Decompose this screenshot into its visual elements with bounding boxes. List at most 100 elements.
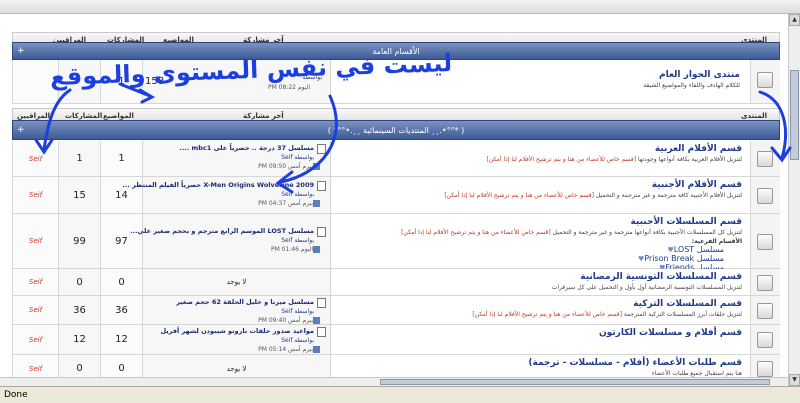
last-post-time: اليوم 01:46 PM <box>270 245 313 253</box>
forum-description-text: لتنزيل كل المسلسلات الأجنبية بكافة أنواع… <box>552 229 742 236</box>
forum-title[interactable]: منتدى الحوار العام <box>659 70 740 80</box>
forum-title[interactable]: قسم الأفلام الأجنبية <box>652 180 742 190</box>
scroll-thumb[interactable] <box>790 70 799 160</box>
category-title: ( *°°•.¸¸ المنتديات السينمائية ¸¸.•°°* ) <box>327 126 465 135</box>
subforum-name[interactable]: مسلسل LOST <box>674 245 724 254</box>
post-count: 0 <box>76 276 83 288</box>
browser-window: المنتدى آخر مشاركة المواضيع المشاركات ال… <box>0 0 800 403</box>
vertical-scrollbar[interactable]: ▲ ▼ <box>788 14 800 386</box>
scroll-thumb-horizontal[interactable] <box>380 379 770 385</box>
last-post-by[interactable]: بواسطة Seif <box>281 237 314 244</box>
post-count: 1 <box>76 153 83 164</box>
header-posts: المشاركات <box>65 112 103 120</box>
last-post-by[interactable]: بواسطة Seif <box>281 191 314 198</box>
category-toggle[interactable]: + <box>17 121 25 140</box>
thread-count: 0 <box>118 276 125 288</box>
last-post-by[interactable]: بواسطة Seif <box>281 308 314 315</box>
subforum-link[interactable]: مسلسل LOST♥ <box>665 245 724 254</box>
post-count: 15 <box>73 189 86 201</box>
forum-title[interactable]: قسم المسلسلات الأجنبية <box>631 217 743 227</box>
forum-row: Seif 36 36 مسلسل ميرنا و خليل الحلقة 62 … <box>12 296 780 325</box>
forum-description-text: لتنزيل حلقات أبرز المسلسلات التركية المت… <box>623 311 742 318</box>
moderator-link[interactable]: Seif <box>13 325 58 354</box>
document-icon <box>317 298 326 308</box>
go-to-post-icon[interactable] <box>313 245 320 253</box>
forum-row: Seif 12 12 مواعيد صدور حلقات ناروتو شيبو… <box>12 325 780 355</box>
go-to-post-icon[interactable] <box>313 163 320 170</box>
thread-count: 12 <box>115 334 128 345</box>
forum-title[interactable]: قسم المسلسلات التركية <box>633 299 742 309</box>
last-post-thread[interactable]: مسلسل ميرنا و خليل الحلقة 62 حجم صغير <box>176 298 314 306</box>
category-toggle[interactable]: + <box>17 43 25 60</box>
forum-status-icon <box>757 233 773 250</box>
post-count: 99 <box>73 235 86 247</box>
category-general[interactable]: + الأقسام العامة <box>12 42 780 60</box>
forum-status-icon <box>757 151 773 167</box>
moderator-link[interactable]: Seif <box>13 177 58 213</box>
category-title: الأقسام العامة <box>372 47 420 56</box>
forum-description-text: هنا يتم استقبال جميع طلبات الأعضاء <box>651 370 742 377</box>
forum-status-icon <box>757 274 773 291</box>
header-last-post: آخر مشاركة <box>243 112 284 120</box>
forum-description: لتنزيل حلقات أبرز المسلسلات التركية المت… <box>472 311 742 318</box>
forum-status-icon <box>757 361 773 377</box>
forum-row: Seif 0 0 لا يوجد قسم المسلسلات التونسية … <box>12 269 780 296</box>
last-post-by[interactable]: بواسطة <box>302 74 322 81</box>
subforum-link[interactable]: مسلسل Prison Break♥ <box>636 254 724 263</box>
header-moderators: المراقبين <box>17 112 51 120</box>
moderator-link[interactable]: Seif <box>13 269 58 295</box>
go-to-post-icon[interactable] <box>313 317 320 324</box>
forum-status-icon <box>757 187 773 204</box>
scroll-up-icon[interactable]: ▲ <box>789 14 800 26</box>
subforum-name[interactable]: مسلسل Prison Break <box>644 254 724 263</box>
last-post-time: بيرم أمس 09:40 PM <box>258 317 313 324</box>
forum-row: Seif 15 14 X-Men Origins Wolverine 2009 … <box>12 177 780 214</box>
document-icon <box>317 327 326 337</box>
document-icon <box>317 180 326 191</box>
last-post-thread[interactable]: X-Men Origins Wolverine 2009 حصرياً الفي… <box>122 181 314 189</box>
go-to-post-icon[interactable] <box>313 346 320 353</box>
last-post-by[interactable]: بواسطة Seif <box>281 337 314 344</box>
forum-description: لتنزيل كل المسلسلات الأجنبية بكافة أنواع… <box>401 229 742 236</box>
horizontal-scrollbar[interactable] <box>0 377 788 386</box>
forum-title[interactable]: قسم الأفلام العربية <box>655 144 742 154</box>
post-count: 12 <box>73 334 86 345</box>
forum-description: لتنزيل الأفلام الأجنبية كافة مترجمة و غي… <box>444 192 742 199</box>
thread-count: 1 <box>118 153 125 164</box>
forum-row: Seif 99 97 مسلسل LOST الموسم الرابع مترج… <box>12 214 780 272</box>
forum-description-text: لتنزيل الأفلام العربية بكافة أنواعها وجو… <box>638 156 742 163</box>
last-post: X-Men Origins Wolverine 2009 حصرياً الفي… <box>122 180 326 215</box>
last-post-by[interactable]: بواسطة Seif <box>281 154 314 161</box>
category-cinema[interactable]: + ( *°°•.¸¸ المنتديات السينمائية ¸¸.•°°*… <box>12 120 780 140</box>
status-bar: Done <box>0 386 800 403</box>
last-post-time: بيرم أمس 04:37 PM <box>258 199 313 207</box>
forum-description-text: لتنزيل الأفلام الأجنبية كافة مترجمة و غي… <box>595 192 742 199</box>
thread-count: 1 <box>118 76 125 87</box>
moderator-link[interactable]: Seif <box>13 141 58 176</box>
forum-description: لتنزيل الأفلام العربية بكافة أنواعها وجو… <box>486 156 742 163</box>
thread-count: 36 <box>115 304 128 316</box>
last-post-thread[interactable]: مسلسل 37 درجة .. حصرياً على mbc1 .... <box>179 144 314 152</box>
forum-title[interactable]: قسم طلبات الأعضاء (أفلام - مسلسلات - ترج… <box>528 358 742 368</box>
last-post-time: اليوم 08:22 PM <box>267 84 310 91</box>
forum-title[interactable]: قسم أفلام و مسلسلات الكارتون <box>599 328 742 338</box>
go-to-post-icon[interactable] <box>313 199 320 207</box>
browser-toolbar-strip <box>0 0 800 14</box>
last-post-time: بيرم أمس 09:50 PM <box>258 163 313 170</box>
header-forum: المنتدى <box>741 112 767 120</box>
forum-index: المنتدى آخر مشاركة المواضيع المشاركات ال… <box>12 14 780 386</box>
last-post-thread[interactable]: مسلسل LOST الموسم الرابع مترجم و بحجم صغ… <box>130 227 314 235</box>
status-text: Done <box>4 390 28 400</box>
forum-status-icon <box>757 302 773 319</box>
last-post-time-wrap: بيرم أمس 09:50 PM <box>258 163 322 170</box>
forum-description: للكلام الهادف واللقاء والمواضيع الشيقة <box>643 82 740 89</box>
moderator-link[interactable]: Seif <box>13 296 58 324</box>
forum-title[interactable]: قسم المسلسلات التونسية الرمضانية <box>580 272 742 282</box>
moderator-link[interactable]: Seif <box>13 214 58 268</box>
scroll-down-icon[interactable]: ▼ <box>789 374 800 386</box>
forum-rules: [قسم خاص للأعضاء من هنا و يتم ترشيح الأف… <box>472 311 622 318</box>
forum-rules: [قسم خاص للأعضاء من هنا و يتم ترشيح الأف… <box>401 229 551 236</box>
last-post-time: بيرم أمس 05:14 PM <box>258 346 313 353</box>
last-post-thread[interactable]: مواعيد صدور حلقات ناروتو شيبودن لشهر أفر… <box>160 327 314 335</box>
forum-rules: [قسم خاص للأعضاء من هنا و يتم ترشيح الأف… <box>444 192 594 199</box>
